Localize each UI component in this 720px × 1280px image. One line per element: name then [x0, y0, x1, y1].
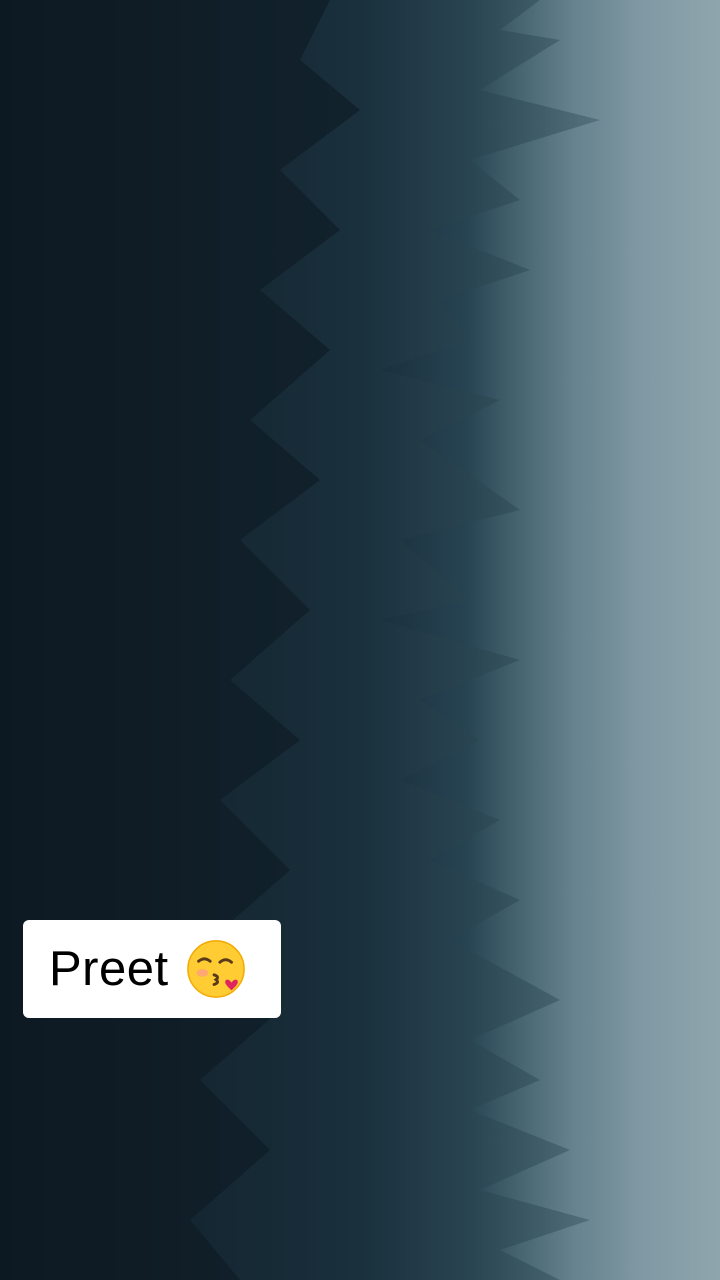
video-screen[interactable]: Preet — [0, 0, 720, 1280]
kissing-face-with-heart-icon — [186, 940, 245, 998]
caption-text: Preet — [49, 941, 169, 996]
foggy-forest-background — [0, 0, 720, 1280]
caption-sticker[interactable]: Preet — [23, 920, 281, 1018]
